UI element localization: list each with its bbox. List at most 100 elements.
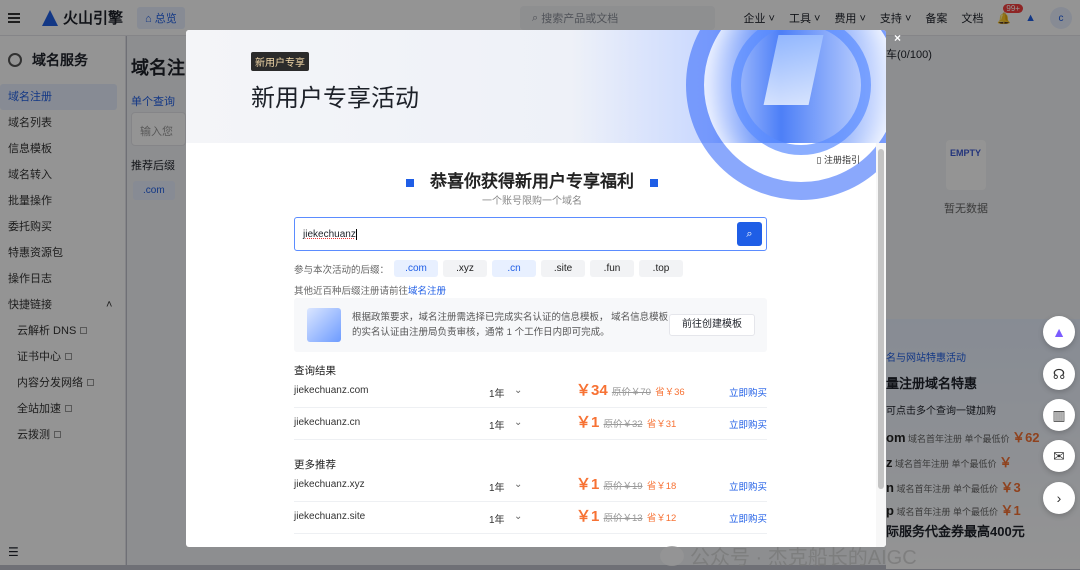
domain-query-input[interactable]: 输入您: [131, 112, 186, 146]
nav-docs[interactable]: 文档: [961, 10, 983, 26]
scrollbar-thumb[interactable]: [878, 149, 884, 489]
link-label: 证书中心: [17, 351, 61, 363]
promo-desc: 域名首年注册: [895, 459, 950, 469]
nav-label: 费用: [834, 13, 857, 25]
suffix-chip-fun[interactable]: .fun: [590, 260, 635, 277]
period-select[interactable]: 1年: [489, 479, 505, 494]
home-overview-button[interactable]: ⌂ 总览: [137, 6, 185, 29]
sidebar-item-domain-list[interactable]: 域名列表: [0, 110, 125, 136]
ai-assistant-fab-icon[interactable]: ▲: [1043, 316, 1075, 348]
quick-link-dcdn[interactable]: 全站加速: [0, 396, 125, 422]
promo-suffix: z: [886, 455, 893, 470]
external-link-icon: [87, 379, 94, 386]
benefit-subheading: 一个账号限购一个域名: [482, 196, 582, 207]
period-select[interactable]: 1年: [489, 417, 505, 432]
suffix-chip-top[interactable]: .top: [639, 260, 684, 277]
sidebar-item-info-template[interactable]: 信息模板: [0, 136, 125, 162]
sidebar-item-domain-register[interactable]: 域名注册: [0, 84, 117, 110]
guide-label: 注册指引: [823, 155, 860, 165]
domain-search-input[interactable]: jiekechuanz ⌕: [294, 217, 767, 251]
promo-price: ￥1: [1000, 503, 1021, 518]
brand-logo[interactable]: 火山引擎: [42, 7, 123, 28]
cart-title: 车(0/100): [886, 49, 932, 61]
external-link-icon: [54, 431, 61, 438]
link-label: 云解析 DNS: [17, 325, 77, 337]
chevron-down-icon[interactable]: ⌄: [514, 511, 522, 522]
quick-link-dns[interactable]: 云解析 DNS: [0, 318, 125, 344]
avatar[interactable]: c: [1050, 7, 1072, 29]
nav-icp[interactable]: 备案: [925, 10, 947, 26]
original-price: 原价￥70: [611, 387, 651, 398]
expand-chevron-icon[interactable]: ›: [1043, 482, 1075, 514]
suffix-chip-xyz[interactable]: .xyz: [443, 260, 488, 277]
buy-now-link[interactable]: 立即购买: [729, 511, 767, 525]
sidebar-item-batch[interactable]: 批量操作: [0, 188, 125, 214]
search-button[interactable]: ⌕: [737, 222, 762, 246]
domain-name: jiekechuanz.com: [294, 385, 369, 396]
buy-now-link[interactable]: 立即购买: [729, 385, 767, 399]
policy-notice: 根据政策要求，域名注册需选择已完成实名认证的信息模板， 域名信息模板的实名认证由…: [294, 298, 767, 352]
sidebar-item-entrusted-purchase[interactable]: 委托购买: [0, 214, 125, 240]
quick-link-probe[interactable]: 云拨测: [0, 422, 125, 448]
nav-billing[interactable]: 费用 ˅: [834, 10, 865, 26]
nav-label: 企业: [743, 13, 766, 25]
search-icon: ⌕: [746, 227, 753, 240]
quick-link-cdn[interactable]: 内容分发网络: [0, 370, 125, 396]
chevron-up-icon: ˄: [106, 299, 113, 311]
chevron-down-icon[interactable]: ⌄: [514, 417, 522, 428]
menu-icon[interactable]: [8, 12, 20, 23]
nav-enterprise[interactable]: 企业 ˅: [743, 10, 774, 26]
domain-register-link[interactable]: 域名注册: [408, 286, 446, 297]
bell-icon[interactable]: 🔔 99+: [997, 3, 1023, 25]
suffix-chip-cn[interactable]: .cn: [492, 260, 537, 277]
search-value: jiekechuanz: [303, 228, 356, 240]
feedback-message-icon[interactable]: ✉: [1043, 440, 1075, 472]
global-search-input[interactable]: ⌕ 搜索产品或文档: [520, 6, 715, 30]
promo-price: ￥3: [1000, 480, 1021, 495]
docs-book-icon[interactable]: ▥: [1043, 399, 1075, 431]
nav-label: 支持: [879, 13, 902, 25]
close-modal-button[interactable]: ×: [894, 31, 901, 45]
modal-scrollbar[interactable]: [876, 143, 886, 547]
quick-link-cert[interactable]: 证书中心: [0, 344, 125, 370]
ai-assistant-icon[interactable]: ▲: [1025, 12, 1036, 24]
sidebar-item-transfer-in[interactable]: 域名转入: [0, 162, 125, 188]
registration-guide-link[interactable]: ▯ 注册指引: [817, 153, 860, 166]
search-placeholder: 搜索产品或文档: [541, 13, 619, 25]
sidebar-quick-links-toggle[interactable]: 快捷链接 ˄: [0, 292, 125, 318]
suffix-chip-com[interactable]: .com: [394, 260, 439, 277]
buy-now-link[interactable]: 立即购买: [729, 417, 767, 431]
chevron-down-icon[interactable]: ⌄: [514, 479, 522, 490]
promo-row: z 域名首年注册 单个最低价 ￥: [886, 452, 1012, 471]
period-select[interactable]: 1年: [489, 511, 505, 526]
recommended-suffix-label: 推荐后缀: [131, 160, 175, 172]
domain-name: jiekechuanz.cn: [294, 417, 361, 428]
collapse-sidebar-icon[interactable]: ☰: [8, 545, 19, 559]
nav-support[interactable]: 支持 ˅: [880, 10, 911, 26]
customer-service-icon[interactable]: ☊: [1043, 358, 1075, 390]
create-template-button[interactable]: 前往创建模板: [669, 314, 755, 336]
price: ￥1: [576, 508, 600, 525]
price: ￥1: [576, 476, 600, 493]
price: ￥34: [576, 382, 608, 399]
external-link-icon: [65, 405, 72, 412]
home-label: 总览: [154, 12, 177, 25]
notice-illustration: [307, 308, 341, 342]
suffix-chip-site[interactable]: .site: [541, 260, 586, 277]
suffix-chip-com[interactable]: .com: [133, 181, 175, 200]
sidebar: 域名服务 域名注册 域名列表 信息模板 域名转入 批量操作 委托购买 特惠资源包…: [0, 36, 126, 565]
period-select[interactable]: 1年: [489, 385, 505, 400]
tab-single-query[interactable]: 单个查询: [131, 93, 175, 109]
square-decoration-icon: [650, 178, 658, 187]
promo-desc: 域名首年注册: [896, 507, 951, 517]
suffix-label: 参与本次活动的后缀：: [294, 264, 390, 276]
chevron-down-icon[interactable]: ⌄: [514, 385, 522, 396]
original-price: 原价￥32: [603, 419, 643, 430]
table-row: jiekechuanz.site 1年 ⌄ ￥1 原价￥13 省￥12 立即购买: [294, 502, 767, 534]
saving: 省￥31: [646, 419, 677, 430]
sidebar-item-operation-log[interactable]: 操作日志: [0, 266, 125, 292]
promo-subtitle: 可点击多个查询一键加购: [886, 406, 996, 417]
buy-now-link[interactable]: 立即购买: [729, 479, 767, 493]
sidebar-item-resource-pack[interactable]: 特惠资源包: [0, 240, 125, 266]
nav-tools[interactable]: 工具 ˅: [789, 10, 820, 26]
